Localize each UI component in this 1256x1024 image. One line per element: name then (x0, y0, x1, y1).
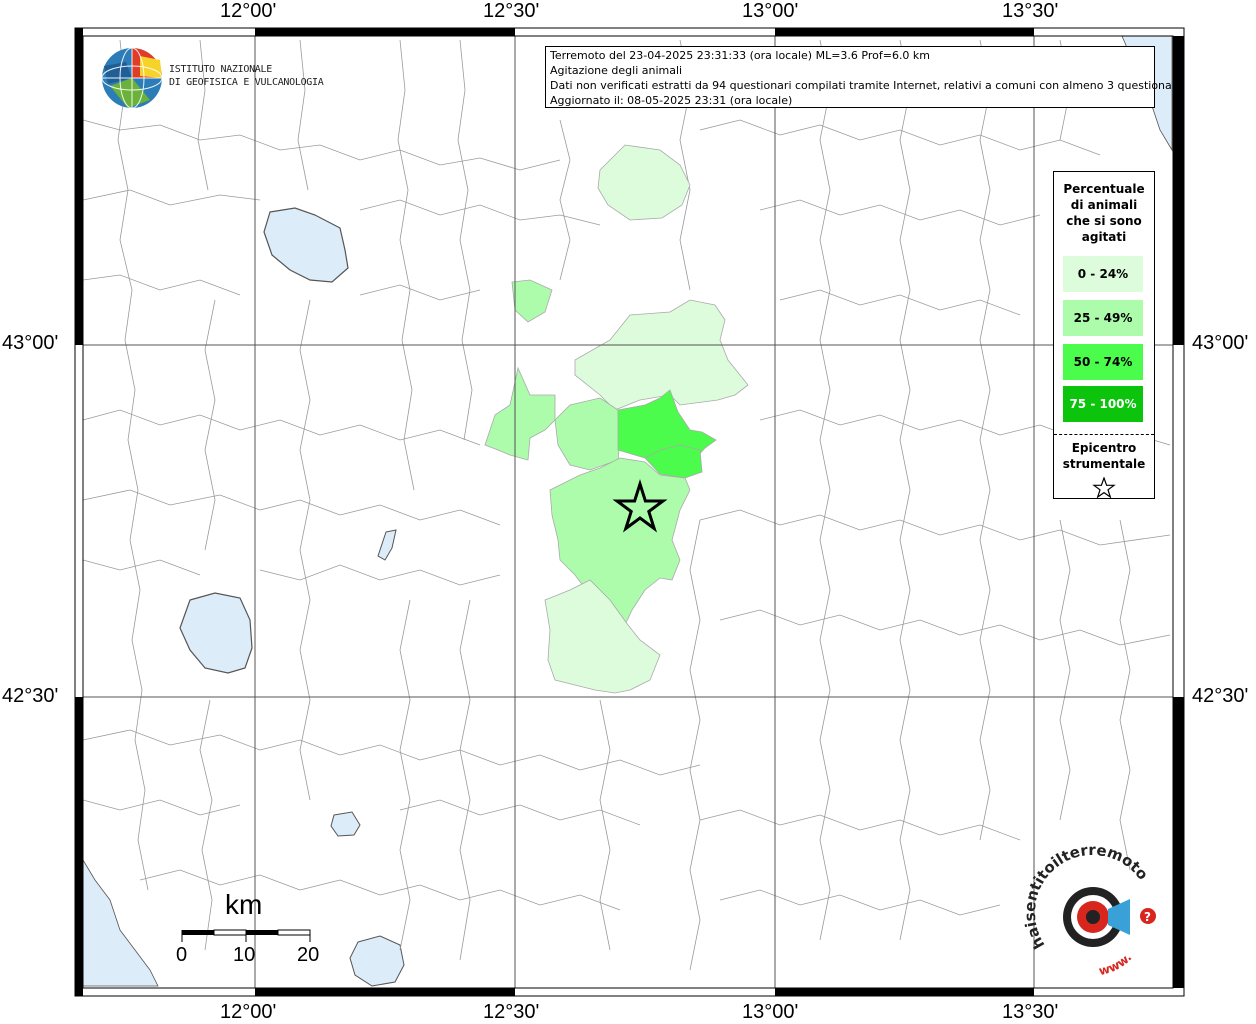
legend-separator (1054, 434, 1154, 435)
ingv-globe-icon (101, 47, 163, 109)
scale-tick: 10 (233, 944, 256, 966)
ingv-logo-text: ISTITUTO NAZIONALE DI GEOFISICA E VULCAN… (169, 64, 324, 88)
legend-title: Percentuale di animali che si sono agita… (1063, 182, 1145, 244)
svg-text:?: ? (1144, 910, 1151, 924)
scale-unit: km (225, 889, 263, 920)
event-info-box: Terremoto del 23-04-2025 23:31:33 (ora l… (545, 46, 1183, 108)
top-axis-label: 12°00' (220, 0, 277, 22)
scale-tick: 20 (297, 944, 320, 966)
bottom-axis-label: 13°00' (742, 1001, 799, 1023)
top-axis-label: 12°30' (483, 0, 540, 22)
legend-class-0: 0 - 24% (1063, 256, 1143, 292)
bottom-axis-label: 12°00' (220, 1001, 277, 1023)
intensity-map: ? haisentitoilterremoto.it www. (0, 0, 1185, 997)
right-axis-label: 43°00' (1192, 332, 1249, 354)
legend-class-3: 75 - 100% (1063, 386, 1143, 422)
scale-tick: 0 (176, 944, 188, 966)
top-axis-label: 13°30' (1002, 0, 1059, 22)
data-note: Dati non verificati estratti da 94 quest… (550, 79, 1183, 92)
bottom-axis-label: 13°30' (1002, 1001, 1059, 1023)
left-axis-label: 42°30' (2, 685, 59, 707)
bottom-axis-label: 12°30' (483, 1001, 540, 1023)
right-axis-label: 42°30' (1192, 685, 1249, 707)
map-subject: Agitazione degli animali (550, 64, 683, 77)
update-timestamp: Aggiornato il: 08-05-2025 23:31 (ora loc… (550, 94, 793, 107)
event-title: Terremoto del 23-04-2025 23:31:33 (ora l… (550, 49, 931, 62)
legend-class-1: 25 - 49% (1063, 300, 1143, 336)
top-axis-label: 13°00' (742, 0, 799, 22)
legend: Percentuale di animali che si sono agita… (1053, 171, 1155, 499)
legend-epicenter-title: Epicentro strumentale (1062, 441, 1146, 471)
star-icon (1092, 477, 1116, 499)
left-axis-label: 43°00' (2, 332, 59, 354)
legend-class-2: 50 - 74% (1063, 344, 1143, 380)
